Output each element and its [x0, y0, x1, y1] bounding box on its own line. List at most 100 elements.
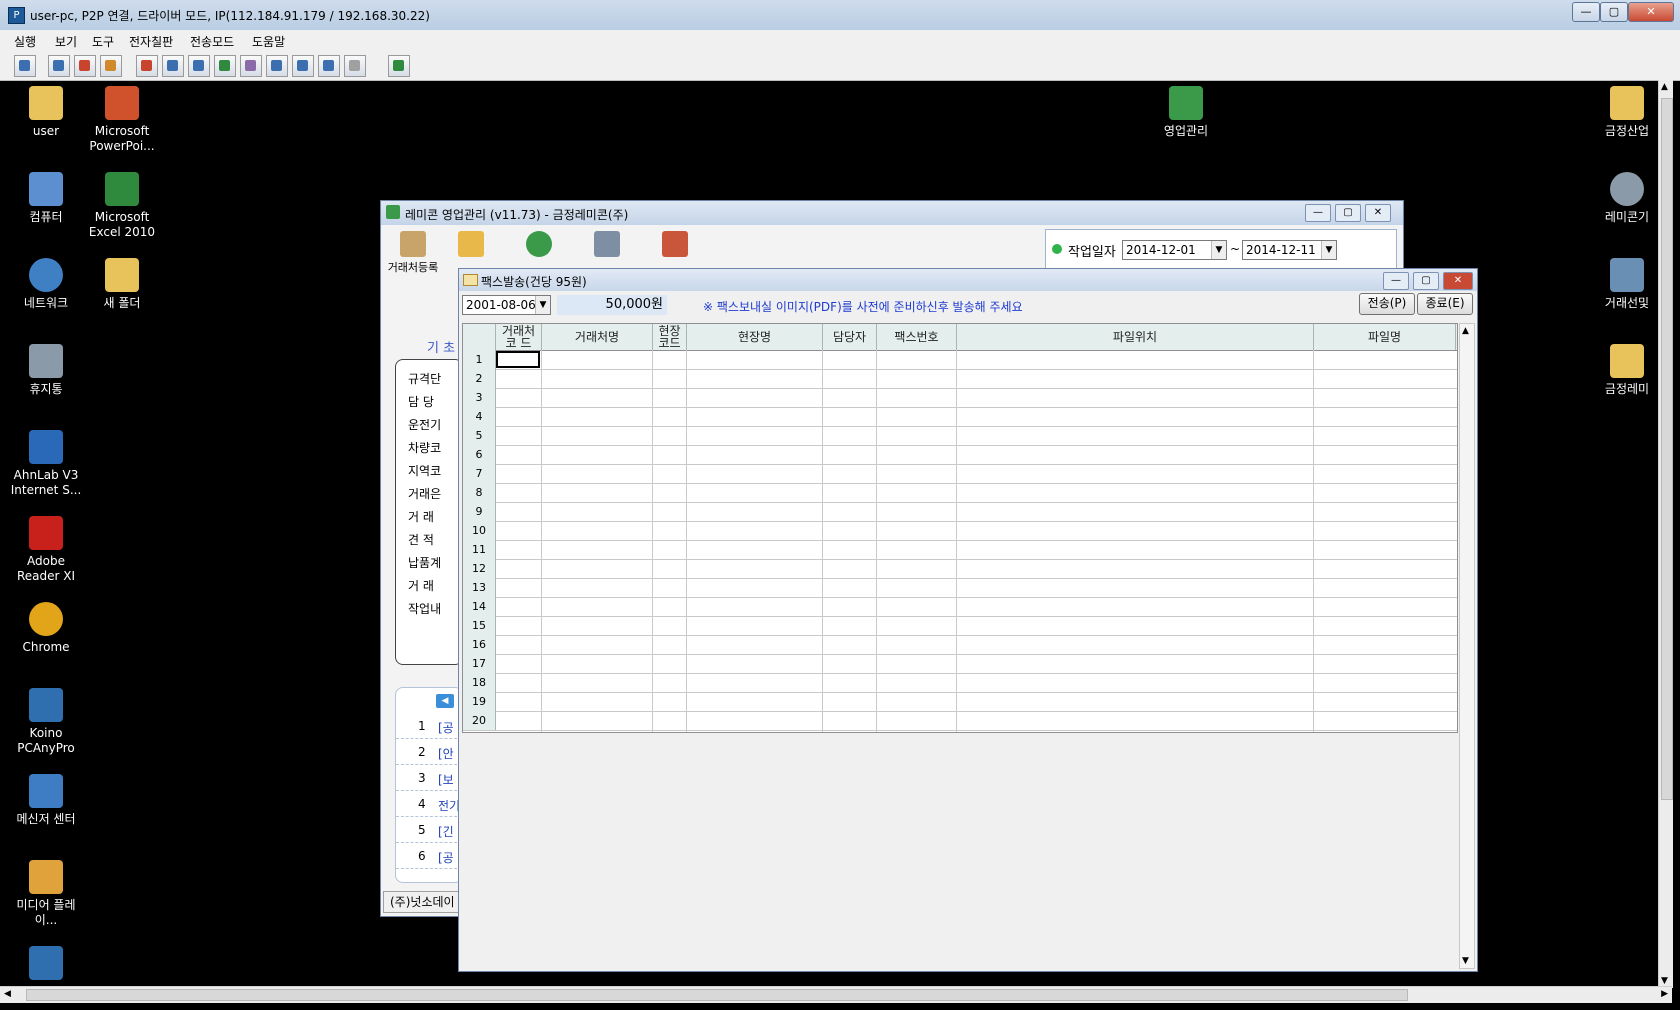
menu-help[interactable]: 도움말	[252, 33, 285, 50]
desktop-icon-app[interactable]	[8, 946, 84, 984]
toolbar-user-icon[interactable]	[240, 55, 262, 77]
scroll-left-icon[interactable]: ◀	[4, 989, 11, 999]
column-manager[interactable]: 담당자	[823, 324, 877, 350]
desktop-icon-geumjeong-remi[interactable]: 금정레미	[1594, 344, 1660, 397]
menu-tools[interactable]: 도구	[92, 33, 114, 50]
client-register-button[interactable]: 거래처등록	[383, 231, 443, 275]
remote-vertical-scrollbar[interactable]: ▲ ▼	[1658, 80, 1673, 988]
fax-grid-row[interactable]: 4	[463, 407, 1457, 427]
remote-horizontal-scrollbar[interactable]: ◀ ▶	[0, 986, 1672, 1003]
menu-item[interactable]: 거 래	[408, 577, 434, 594]
toolbar-file-icon[interactable]	[292, 55, 314, 77]
menu-item[interactable]: 운전기	[408, 416, 441, 433]
desktop-icon-remicon[interactable]: 레미콘기	[1594, 172, 1660, 225]
scroll-down-icon[interactable]: ▼	[1462, 956, 1469, 966]
menu-item[interactable]: 견 적	[408, 531, 434, 548]
toolbar-computer-icon[interactable]	[318, 55, 340, 77]
toolbar-button-3[interactable]	[509, 231, 569, 259]
column-client-code[interactable]: 거래처 코 드	[496, 324, 542, 350]
desktop-icon-ahnlab[interactable]: AhnLab V3 Internet S...	[8, 430, 84, 498]
fax-grid-row[interactable]: 3	[463, 388, 1457, 408]
column-file-location[interactable]: 파일위치	[957, 324, 1314, 350]
toolbar-screen-icon[interactable]	[14, 55, 36, 77]
fax-grid-row[interactable]: 6	[463, 445, 1457, 465]
column-file-name[interactable]: 파일명	[1314, 324, 1456, 350]
maximize-button[interactable]: ▢	[1600, 2, 1628, 22]
notice-row[interactable]: 1 [공	[396, 714, 462, 739]
menu-item[interactable]: 납품계	[408, 554, 441, 571]
scroll-down-icon[interactable]: ▼	[1661, 976, 1668, 986]
fax-grid-row[interactable]: 10	[463, 521, 1457, 541]
scroll-up-icon[interactable]: ▲	[1661, 82, 1668, 92]
menu-transfer-mode[interactable]: 전송모드	[190, 33, 234, 50]
toolbar-sync-icon[interactable]	[214, 55, 236, 77]
desktop-icon-computer[interactable]: 컴퓨터	[8, 172, 84, 225]
fax-grid-row[interactable]: 18	[463, 673, 1457, 693]
fax-date-select[interactable]: 2001-08-06 ▼	[462, 295, 551, 315]
desktop-icon-geumjeong-industry[interactable]: 금정산업	[1594, 86, 1660, 139]
toolbar-button-4[interactable]	[577, 231, 637, 259]
menu-run[interactable]: 실행	[14, 33, 36, 50]
column-client-name[interactable]: 거래처명	[542, 324, 653, 350]
date-to-select[interactable]: 2014-12-11 ▼	[1242, 240, 1337, 260]
notice-row[interactable]: 2 [안	[396, 740, 462, 765]
selected-cell[interactable]	[496, 351, 540, 368]
toolbar-disconnect-icon[interactable]	[388, 55, 410, 77]
fax-vertical-scrollbar[interactable]: ▲ ▼	[1459, 323, 1475, 969]
fax-grid-row[interactable]: 2	[463, 369, 1457, 389]
send-button[interactable]: 전송(P)	[1359, 293, 1415, 315]
menu-item[interactable]: 규격단	[408, 370, 441, 387]
scroll-up-icon[interactable]: ▲	[1462, 326, 1469, 336]
desktop-icon-powerpoint[interactable]: Microsoft PowerPoi...	[84, 86, 160, 154]
toolbar-button-2[interactable]	[441, 231, 501, 259]
notice-row[interactable]: 6 [공	[396, 844, 462, 869]
column-site-code[interactable]: 현장 코드	[653, 324, 687, 350]
fax-minimize-button[interactable]: —	[1383, 272, 1409, 290]
menu-item[interactable]: 거 래	[408, 508, 434, 525]
fax-maximize-button[interactable]: ▢	[1413, 272, 1439, 290]
desktop-icon-media-player[interactable]: 미디어 플레이...	[8, 860, 84, 928]
menu-item[interactable]: 작업내	[408, 600, 441, 617]
desktop-icon-user[interactable]: user	[8, 86, 84, 139]
toolbar-refresh-icon[interactable]	[100, 55, 122, 77]
notice-row[interactable]: 4 전기	[396, 792, 462, 817]
fax-grid-row[interactable]: 12	[463, 559, 1457, 579]
minimize-button[interactable]: —	[1572, 2, 1600, 22]
column-site-name[interactable]: 현장명	[687, 324, 823, 350]
desktop-icon-recycle-bin[interactable]: 휴지통	[8, 344, 84, 397]
desktop-icon-sales[interactable]: 영업관리	[1148, 86, 1224, 139]
fax-grid-row[interactable]: 16	[463, 635, 1457, 655]
menu-item[interactable]: 담 당	[408, 393, 434, 410]
menu-item[interactable]: 차량코	[408, 439, 441, 456]
close-button[interactable]: ✕	[1628, 2, 1674, 22]
fax-grid-row[interactable]: 15	[463, 616, 1457, 636]
fax-close-button[interactable]: ✕	[1443, 272, 1473, 290]
scroll-thumb[interactable]	[1661, 98, 1673, 800]
date-from-select[interactable]: 2014-12-01 ▼	[1122, 240, 1227, 260]
fax-grid-row[interactable]: 13	[463, 578, 1457, 598]
exit-button[interactable]: 종료(E)	[1417, 293, 1473, 315]
fax-grid-row[interactable]: 9	[463, 502, 1457, 522]
toolbar-capture-icon[interactable]	[162, 55, 184, 77]
desktop-icon-chrome[interactable]: Chrome	[8, 602, 84, 655]
scroll-right-icon[interactable]: ▶	[1661, 989, 1668, 999]
toolbar-button-5[interactable]	[645, 231, 705, 259]
notice-row[interactable]: 3 [보	[396, 766, 462, 791]
menu-view[interactable]: 보기	[55, 33, 77, 50]
notice-row[interactable]: 5 [긴	[396, 818, 462, 843]
menu-item[interactable]: 지역코	[408, 462, 441, 479]
desktop-icon-adobe-reader[interactable]: Adobe Reader XI	[8, 516, 84, 584]
fax-grid-row[interactable]: 19	[463, 692, 1457, 712]
sales-minimize-button[interactable]: —	[1305, 204, 1331, 222]
desktop-icon-pcanypro[interactable]: Koino PCAnyPro	[8, 688, 84, 756]
desktop-icon-network[interactable]: 네트워크	[8, 258, 84, 311]
toolbar-network-icon[interactable]	[266, 55, 288, 77]
menu-whiteboard[interactable]: 전자칠판	[129, 33, 173, 50]
toolbar-settings-icon[interactable]	[344, 55, 366, 77]
menu-item[interactable]: 거래은	[408, 485, 441, 502]
fax-grid-row[interactable]: 14	[463, 597, 1457, 617]
fax-grid-row[interactable]: 20	[463, 711, 1457, 731]
fax-grid-row[interactable]: 8	[463, 483, 1457, 503]
fax-grid-row[interactable]: 5	[463, 426, 1457, 446]
column-fax-number[interactable]: 팩스번호	[877, 324, 957, 350]
